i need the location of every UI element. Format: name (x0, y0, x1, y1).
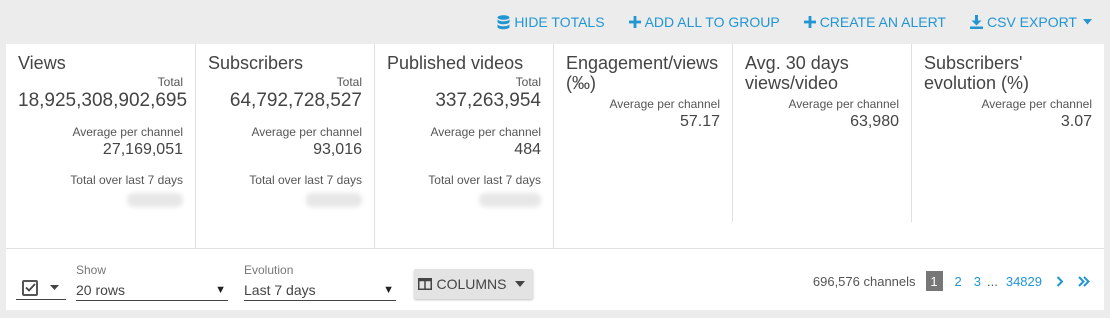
blurred-value (127, 193, 183, 207)
check-icon (24, 283, 36, 292)
stat-subscribers-evolution: Subscribers' evolution (%) Average per c… (912, 44, 1104, 222)
stat-published-videos: Published videos Total 337,263,954 Avera… (375, 44, 554, 248)
select-all-dropdown[interactable] (16, 276, 66, 300)
caret-down-icon (1083, 19, 1092, 25)
average-label: Average per channel (788, 97, 899, 111)
average-label: Average per channel (251, 125, 362, 139)
last-page-button[interactable] (1078, 275, 1090, 287)
plus-icon (628, 16, 641, 28)
stat-title: Avg. 30 days views/video (745, 53, 849, 93)
table-controls: Show 20 rows ▼ Evolution Last 7 days ▼ C… (6, 248, 1104, 310)
average-value: 3.07 (1060, 113, 1092, 130)
create-alert-label: CREATE AN ALERT (819, 14, 946, 30)
caret-down-icon (514, 281, 525, 287)
stat-engagement: Engagement/views (‰) Average per channel… (554, 44, 733, 222)
blurred-value (479, 193, 541, 207)
stats-row: Views Total 18,925,308,902,695 Average p… (6, 44, 1104, 248)
stat-title: Subscribers (208, 53, 304, 73)
page-link-2[interactable]: 2 (955, 274, 962, 289)
average-label: Average per channel (72, 125, 183, 139)
total-value: 337,263,954 (435, 90, 541, 111)
triangle-down-icon: ▼ (383, 283, 394, 296)
average-label: Average per channel (609, 97, 720, 111)
columns-icon (418, 278, 433, 290)
total-value: 64,792,728,527 (229, 90, 362, 111)
columns-button[interactable]: COLUMNS (414, 269, 533, 299)
toolbar: HIDE TOTALS ADD ALL TO GROUP CREATE AN A… (0, 0, 1110, 44)
double-chevron-right-icon (1078, 275, 1090, 287)
select-all-checkbox[interactable] (22, 279, 38, 296)
total-value: 18,925,308,902,695 (18, 90, 188, 111)
stat-subscribers: Subscribers Total 64,792,728,527 Average… (196, 44, 375, 248)
average-value: 27,169,051 (102, 141, 183, 158)
last7-label: Total over last 7 days (70, 173, 183, 187)
total-label: Total (515, 75, 541, 89)
stat-views: Views Total 18,925,308,902,695 Average p… (6, 44, 196, 248)
blurred-value (306, 193, 362, 207)
stat-title: Views (18, 53, 66, 73)
add-all-to-group-label: ADD ALL TO GROUP (644, 14, 780, 30)
hide-totals-label: HIDE TOTALS (514, 14, 605, 30)
total-label: Total (157, 75, 183, 89)
last7-label: Total over last 7 days (249, 173, 362, 187)
download-icon (970, 15, 983, 29)
stat-title: Subscribers' evolution (%) (924, 53, 1030, 93)
stat-title: Published videos (387, 53, 524, 73)
average-value: 484 (514, 141, 541, 158)
plus-icon (803, 16, 816, 28)
stat-avg-30-days: Avg. 30 days views/video Average per cha… (733, 44, 912, 222)
hide-totals-button[interactable]: HIDE TOTALS (497, 14, 605, 30)
caret-down-icon (50, 285, 59, 290)
evolution-select-label: Evolution (244, 263, 294, 277)
total-label: Total (336, 75, 362, 89)
channel-count: 696,576 channels (812, 273, 916, 289)
rows-select-value: 20 rows (76, 281, 126, 298)
evolution-select[interactable]: Evolution Last 7 days ▼ (244, 263, 396, 301)
pagination: 696,576 channels 1 2 3 ... 34829 (813, 271, 1090, 291)
create-alert-button[interactable]: CREATE AN ALERT (803, 14, 946, 30)
chevron-right-icon (1056, 275, 1064, 287)
average-value: 93,016 (313, 141, 362, 158)
page-ellipsis: ... (987, 273, 998, 289)
average-label: Average per channel (981, 97, 1092, 111)
rows-select[interactable]: Show 20 rows ▼ (76, 263, 228, 301)
page-link-3[interactable]: 3 (974, 274, 981, 289)
stat-title: Engagement/views (‰) (566, 53, 719, 93)
last7-label: Total over last 7 days (428, 173, 541, 187)
columns-label: COLUMNS (436, 276, 507, 292)
page-link-last[interactable]: 34829 (1006, 274, 1042, 289)
csv-export-label: CSV EXPORT (987, 14, 1077, 30)
add-all-to-group-button[interactable]: ADD ALL TO GROUP (628, 14, 780, 30)
csv-export-button[interactable]: CSV EXPORT (970, 14, 1092, 30)
average-label: Average per channel (430, 125, 541, 139)
page-current: 1 (925, 271, 943, 291)
next-page-button[interactable] (1056, 275, 1064, 287)
rows-select-label: Show (76, 263, 107, 277)
evolution-select-value: Last 7 days (244, 281, 316, 298)
average-value: 63,980 (850, 113, 899, 130)
triangle-down-icon: ▼ (215, 283, 226, 296)
stats-panel: Views Total 18,925,308,902,695 Average p… (6, 44, 1104, 310)
average-value: 57.17 (679, 113, 720, 130)
database-icon (497, 14, 510, 29)
